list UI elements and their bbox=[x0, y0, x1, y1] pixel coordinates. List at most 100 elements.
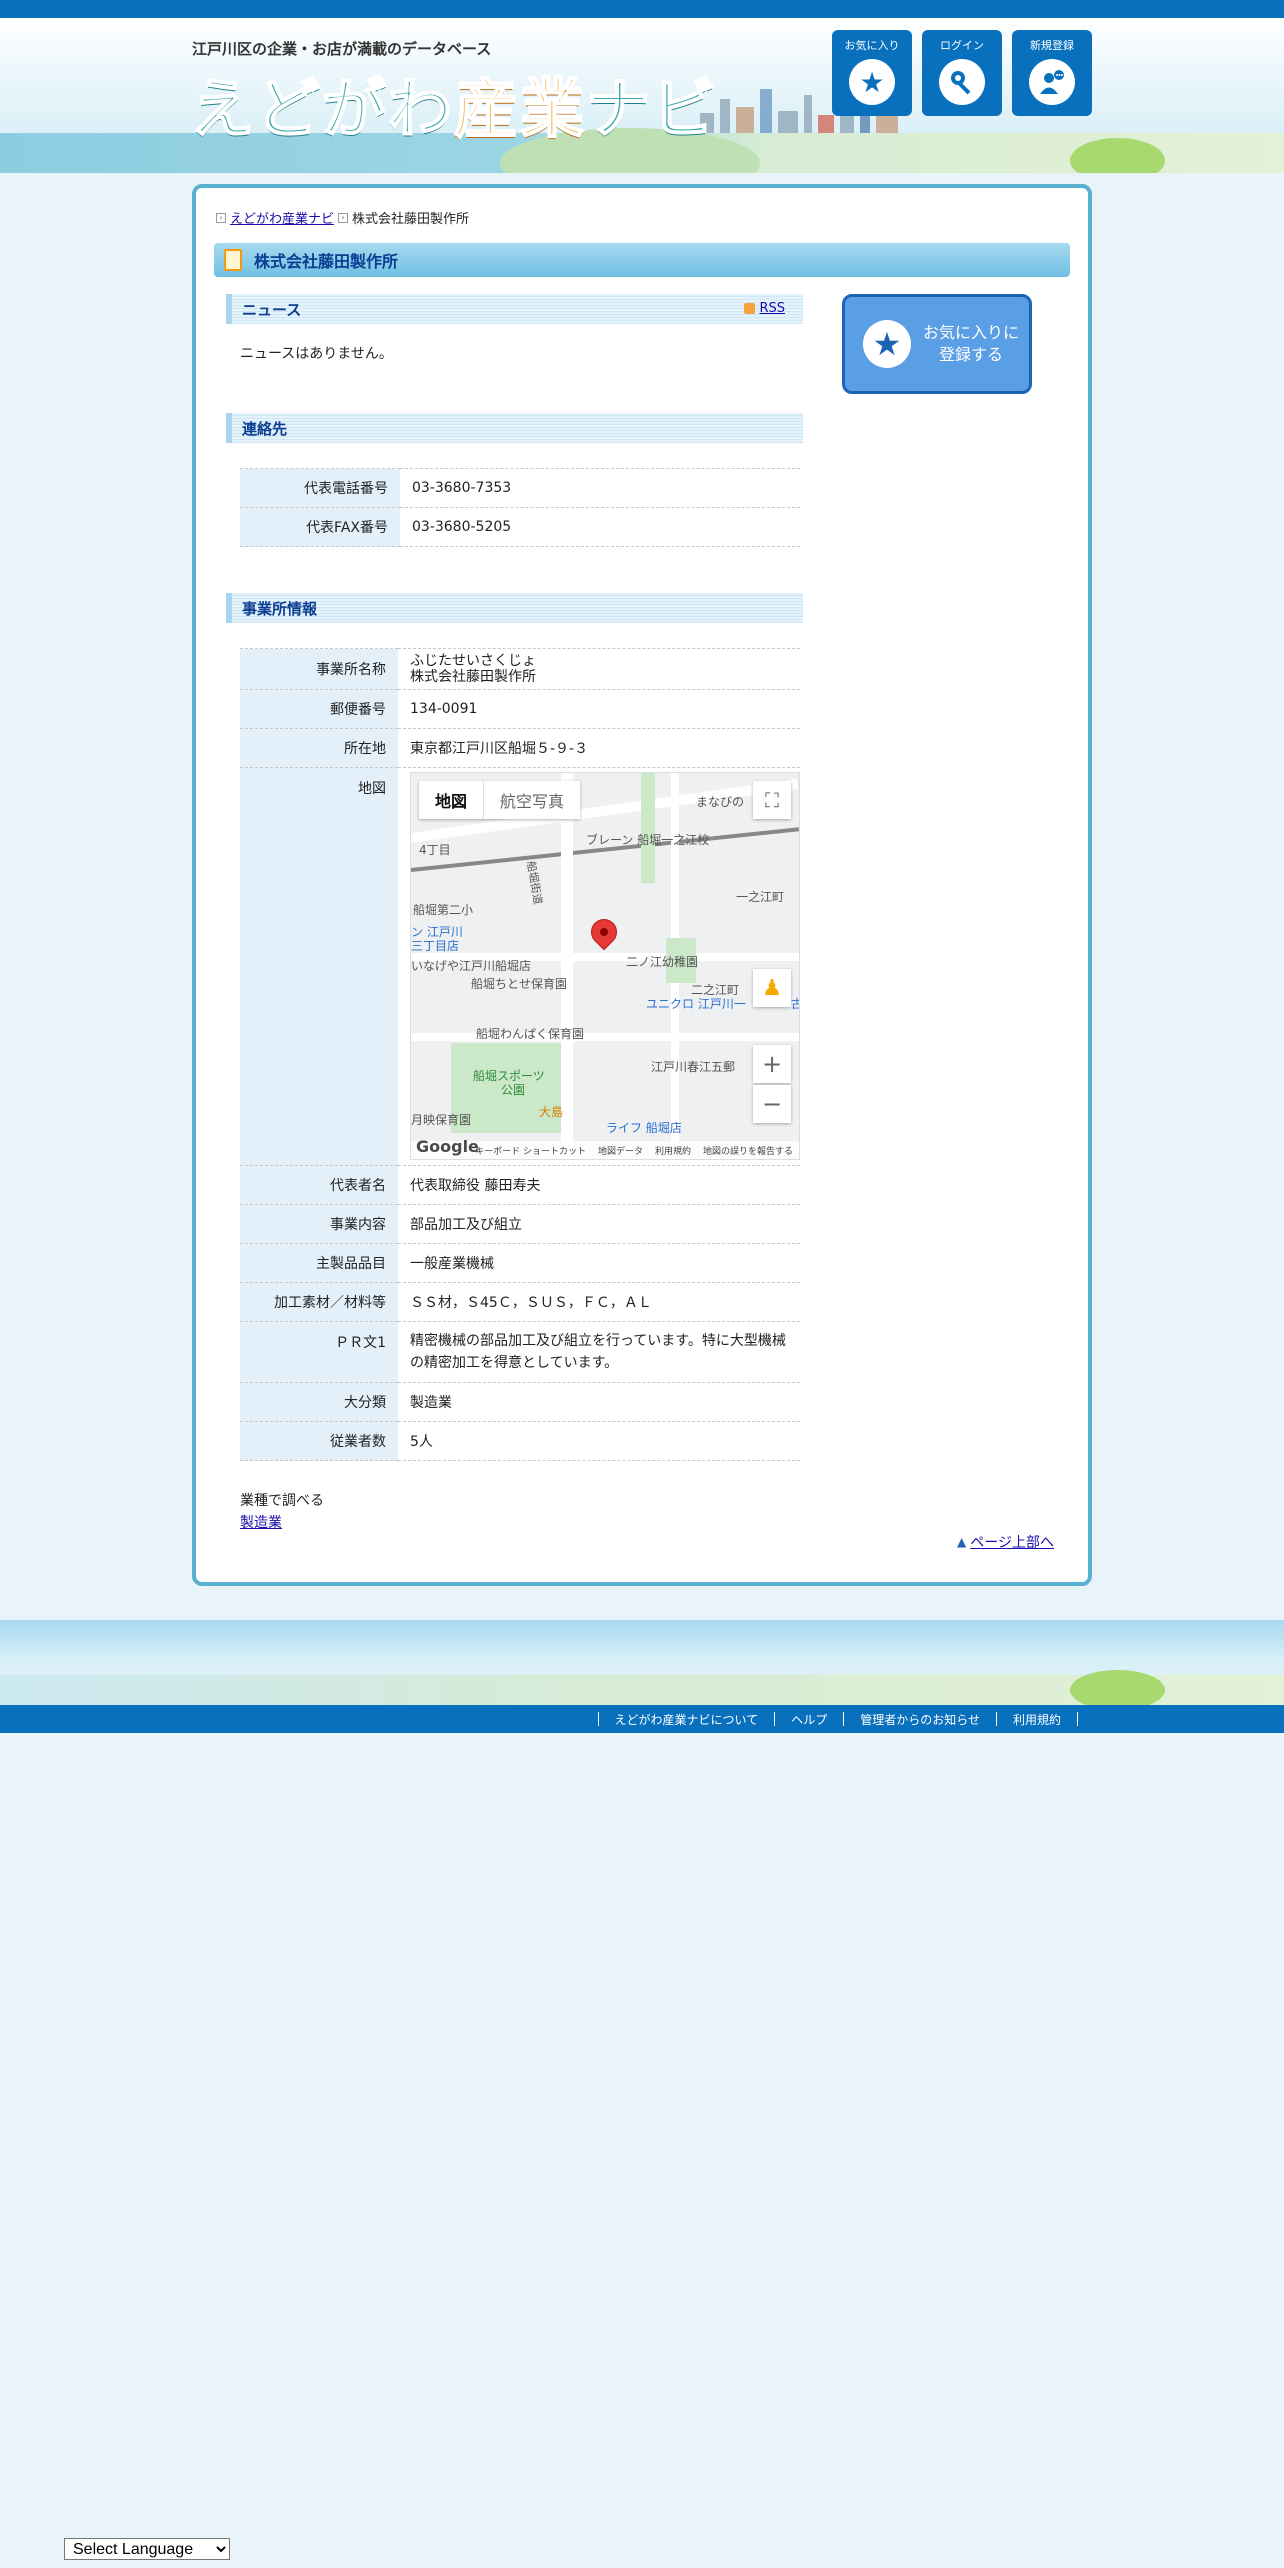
logo-text-edogawa: えどがわ bbox=[189, 72, 454, 148]
map-pin-icon[interactable] bbox=[585, 913, 623, 951]
footer-divider bbox=[597, 1712, 599, 1726]
map-footer-data[interactable]: 地図データ bbox=[598, 1144, 643, 1157]
table-row: 従業者数 5人 bbox=[240, 1421, 800, 1461]
logo-text-navi: ナビ bbox=[585, 72, 718, 148]
table-key: 従業者数 bbox=[240, 1421, 398, 1461]
table-row: 郵便番号 134-0091 bbox=[240, 689, 800, 729]
breadcrumb-arrow-icon: › bbox=[216, 212, 226, 223]
footer-link-about[interactable]: えどがわ産業ナビについて bbox=[615, 1711, 759, 1728]
favorites-button[interactable]: お気に入り ★ bbox=[832, 30, 912, 116]
top-bar bbox=[0, 0, 1284, 18]
table-key: 地図 bbox=[240, 767, 398, 1166]
table-row: 大分類 製造業 bbox=[240, 1382, 800, 1422]
site-tagline: 江戸川区の企業・お店が満載のデータベース bbox=[192, 41, 492, 58]
map-label: 大島 bbox=[539, 1105, 564, 1119]
map-label: 船堀街道 bbox=[524, 859, 545, 906]
breadcrumb-home-link[interactable]: えどがわ産業ナビ bbox=[230, 208, 334, 227]
footer-link-help[interactable]: ヘルプ bbox=[791, 1711, 827, 1728]
table-key: 代表FAX番号 bbox=[240, 507, 400, 547]
map-footer-shortcuts[interactable]: キーボード ショートカット bbox=[475, 1144, 586, 1157]
table-value: ふじたせいさくじょ 株式会社藤田製作所 bbox=[398, 648, 800, 690]
table-key: 代表者名 bbox=[240, 1165, 398, 1205]
table-value: ＳＳ材，Ｓ45Ｃ，ＳＵＳ，ＦＣ，ＡＬ bbox=[398, 1282, 800, 1322]
map-label: 船堀第二小 bbox=[413, 903, 474, 917]
table-row: 代表FAX番号 03-3680-5205 bbox=[240, 507, 800, 547]
add-favorite-button[interactable]: ★ お気に入りに 登録する bbox=[842, 294, 1032, 394]
map-label: ユニクロ 江戸川一 bbox=[646, 997, 746, 1011]
breadcrumb: › えどがわ産業ナビ › 株式会社藤田製作所 bbox=[216, 208, 469, 227]
table-row: 加工素材／材料等 ＳＳ材，Ｓ45Ｃ，ＳＵＳ，ＦＣ，ＡＬ bbox=[240, 1282, 800, 1322]
office-name: 株式会社藤田製作所 bbox=[410, 669, 536, 685]
user-add-icon bbox=[1029, 59, 1075, 105]
language-select[interactable]: Select Language bbox=[64, 2538, 230, 2560]
table-value: 精密機械の部品加工及び組立を行っています。特に大型機械の精密加工を得意としていま… bbox=[398, 1321, 800, 1383]
map-tab-map[interactable]: 地図 bbox=[419, 781, 483, 819]
header-buttons: お気に入り ★ ログイン 新規登録 bbox=[832, 30, 1092, 116]
table-key: ＰＲ文1 bbox=[240, 1321, 398, 1383]
footer-divider bbox=[843, 1712, 845, 1726]
page-top-link[interactable]: ▲ ページ上部へ bbox=[957, 1532, 1054, 1552]
document-icon bbox=[224, 249, 242, 271]
table-row: 事業内容 部品加工及び組立 bbox=[240, 1204, 800, 1244]
footer-divider bbox=[1077, 1712, 1078, 1726]
map-park bbox=[641, 773, 655, 883]
table-key: 代表電話番号 bbox=[240, 468, 400, 508]
map-label: ブレーン 船堀一之江校 bbox=[586, 833, 710, 847]
favorites-button-label: お気に入り bbox=[844, 40, 900, 52]
footer-divider bbox=[995, 1712, 997, 1726]
industry-link-manufacturing[interactable]: 製造業 bbox=[240, 1515, 282, 1531]
pegman-icon[interactable]: ♟ bbox=[753, 969, 791, 1007]
login-button[interactable]: ログイン bbox=[922, 30, 1002, 116]
map-tab-satellite[interactable]: 航空写真 bbox=[483, 781, 580, 819]
map-label: 三丁目店 bbox=[411, 939, 460, 953]
zoom-out-button[interactable]: − bbox=[753, 1085, 791, 1123]
site-header: 江戸川区の企業・お店が満載のデータベース えどがわ産業ナビ お気に入り ★ ログ… bbox=[0, 18, 1284, 173]
rss-link[interactable]: RSS bbox=[744, 301, 785, 316]
footer-link-notices[interactable]: 管理者からのお知らせ bbox=[860, 1711, 980, 1728]
register-button[interactable]: 新規登録 bbox=[1012, 30, 1092, 116]
google-logo[interactable]: Google bbox=[416, 1137, 479, 1156]
map-label: まなびの bbox=[696, 795, 745, 809]
table-value: 5人 bbox=[398, 1421, 800, 1461]
rss-icon bbox=[744, 303, 756, 314]
rss-link-text[interactable]: RSS bbox=[759, 301, 785, 316]
map-label: 船堀わんぱく保育園 bbox=[476, 1027, 585, 1041]
footer-link-terms[interactable]: 利用規約 bbox=[1013, 1711, 1061, 1728]
logo-text-sangyo: 産業 bbox=[453, 72, 586, 148]
table-value: 03-3680-5205 bbox=[400, 507, 800, 547]
breadcrumb-current: 株式会社藤田製作所 bbox=[352, 212, 470, 227]
table-value: 東京都江戸川区船堀５-９-３ bbox=[398, 728, 800, 768]
map-footer-report[interactable]: 地図の誤りを報告する bbox=[703, 1144, 793, 1157]
contact-heading-text: 連絡先 bbox=[242, 419, 288, 438]
map-label: 公園 bbox=[501, 1083, 526, 1097]
contact-heading: 連絡先 bbox=[226, 413, 803, 443]
table-row: 事業所名称 ふじたせいさくじょ 株式会社藤田製作所 bbox=[240, 648, 800, 690]
table-row: 地図 まなびの ブレーン 船堀一之江校 4丁目 一之江町 船堀第二小 ン 江戸川… bbox=[240, 767, 800, 1166]
table-key: 郵便番号 bbox=[240, 689, 398, 729]
table-value: 製造業 bbox=[398, 1382, 800, 1422]
page-title-text: 株式会社藤田製作所 bbox=[254, 252, 399, 271]
footer-hill-green bbox=[1070, 1670, 1165, 1705]
triangle-up-icon: ▲ bbox=[957, 1535, 967, 1549]
login-button-label: ログイン bbox=[940, 40, 984, 52]
table-row: 代表電話番号 03-3680-7353 bbox=[240, 468, 800, 508]
footer-divider bbox=[774, 1712, 776, 1726]
fullscreen-icon[interactable]: ⛶ bbox=[753, 781, 791, 819]
industry-search-label: 業種で調べる bbox=[240, 1493, 324, 1509]
main-content-frame: › えどがわ産業ナビ › 株式会社藤田製作所 株式会社藤田製作所 ニュース RS… bbox=[192, 184, 1092, 1586]
map-footer-terms[interactable]: 利用規約 bbox=[655, 1144, 691, 1157]
table-value: 134-0091 bbox=[398, 689, 800, 729]
table-row: 所在地 東京都江戸川区船堀５-９-３ bbox=[240, 728, 800, 768]
office-table: 事業所名称 ふじたせいさくじょ 株式会社藤田製作所 郵便番号 134-0091 … bbox=[240, 648, 800, 1461]
zoom-in-button[interactable]: + bbox=[753, 1045, 791, 1083]
register-button-label: 新規登録 bbox=[1030, 40, 1074, 52]
star-icon: ★ bbox=[863, 320, 911, 368]
map-label: いなげや江戸川船堀店 bbox=[411, 959, 532, 973]
table-value: 代表取締役 藤田寿夫 bbox=[398, 1165, 800, 1205]
map-type-tabs: 地図 航空写真 bbox=[419, 781, 581, 819]
google-map[interactable]: まなびの ブレーン 船堀一之江校 4丁目 一之江町 船堀第二小 ン 江戸川 三丁… bbox=[410, 772, 800, 1160]
contact-table: 代表電話番号 03-3680-7353 代表FAX番号 03-3680-5205 bbox=[240, 468, 800, 547]
site-logo[interactable]: えどがわ産業ナビ bbox=[189, 58, 718, 150]
industry-search: 業種で調べる 製造業 bbox=[240, 1490, 324, 1534]
page-top-link-text[interactable]: ページ上部へ bbox=[970, 1532, 1054, 1552]
